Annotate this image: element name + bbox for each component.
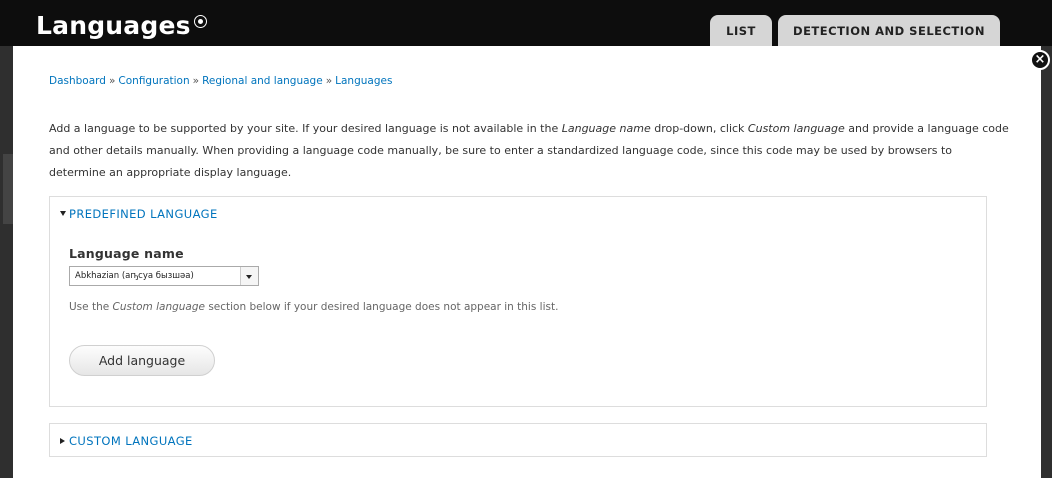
language-name-selected-value: Abkhazian (аҧсуа бызшәа) xyxy=(75,271,194,281)
tab-detection-and-selection[interactable]: DETECTION AND SELECTION xyxy=(778,15,1000,46)
overlay-header: Languages LIST DETECTION AND SELECTION xyxy=(0,0,1052,46)
custom-language-legend: CUSTOM LANGUAGE xyxy=(69,434,193,448)
tab-list[interactable]: LIST xyxy=(710,15,772,46)
breadcrumb-separator: » xyxy=(192,75,200,87)
custom-language-fieldset: CUSTOM LANGUAGE xyxy=(49,423,987,457)
background-page-edge xyxy=(0,46,13,478)
background-page-edge-right xyxy=(1041,46,1052,478)
description-emphasis: Custom language xyxy=(112,301,205,313)
breadcrumb: Dashboard» Configuration» Regional and lan… xyxy=(49,75,392,87)
description-part: section below if your desired language d… xyxy=(204,301,559,313)
triangle-right-icon xyxy=(60,438,65,444)
help-text-emphasis: Custom language xyxy=(747,122,845,135)
breadcrumb-separator: » xyxy=(108,75,116,87)
dropdown-arrow-icon xyxy=(240,267,258,285)
help-text-part: drop-down, click xyxy=(650,122,748,135)
triangle-down-icon xyxy=(60,211,66,216)
predefined-language-fieldset: PREDEFINED LANGUAGE Language name Abkhaz… xyxy=(49,196,987,407)
overlay-content: Dashboard» Configuration» Regional and lan… xyxy=(13,46,1041,478)
breadcrumb-regional-and-language[interactable]: Regional and language xyxy=(202,75,323,87)
language-name-description: Use the Custom language section below if… xyxy=(69,301,558,313)
add-shortcut-icon[interactable] xyxy=(194,15,207,28)
language-name-select[interactable]: Abkhazian (аҧсуа бызшәа) xyxy=(69,266,259,286)
language-name-label: Language name xyxy=(69,246,184,261)
predefined-language-toggle[interactable]: PREDEFINED LANGUAGE xyxy=(60,207,218,221)
predefined-language-legend: PREDEFINED LANGUAGE xyxy=(69,207,218,221)
help-text: Add a language to be supported by your s… xyxy=(49,118,1009,184)
help-text-emphasis: Language name xyxy=(561,122,651,135)
add-language-button[interactable]: Add language xyxy=(69,345,215,376)
breadcrumb-separator: » xyxy=(325,75,333,87)
breadcrumb-configuration[interactable]: Configuration xyxy=(118,75,189,87)
close-icon[interactable]: × xyxy=(1030,50,1050,70)
custom-language-toggle[interactable]: CUSTOM LANGUAGE xyxy=(60,434,193,448)
breadcrumb-languages[interactable]: Languages xyxy=(335,75,392,87)
breadcrumb-dashboard[interactable]: Dashboard xyxy=(49,75,106,87)
help-text-part: Add a language to be supported by your s… xyxy=(49,122,562,135)
description-part: Use the xyxy=(69,301,113,313)
page-title: Languages xyxy=(36,11,191,40)
